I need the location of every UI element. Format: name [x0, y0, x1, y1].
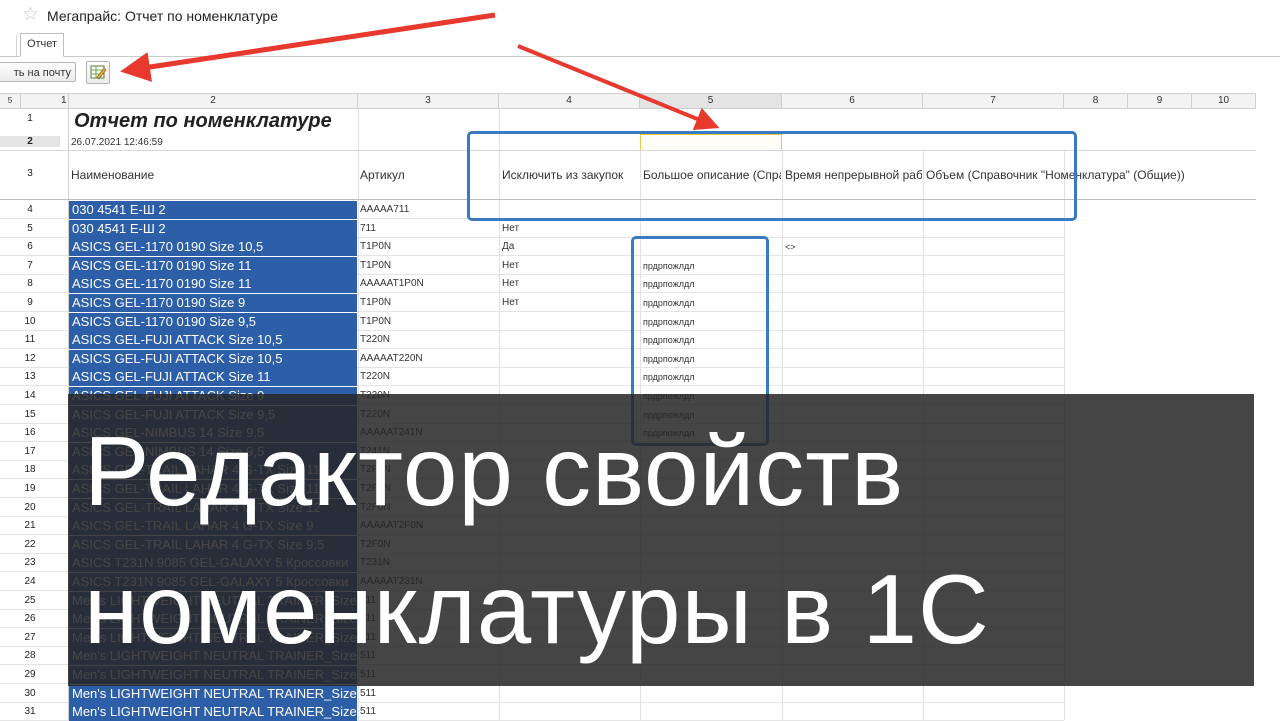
caption-line-2: номенклатуры в 1С: [84, 554, 990, 664]
vertical-scrollbar[interactable]: [1256, 93, 1280, 720]
arrow-to-property-column: [517, 44, 720, 131]
arrow-to-edit-button: [120, 12, 496, 82]
caption-line-1: Редактор свойств: [84, 416, 905, 526]
caption-overlay: Редактор свойств номенклатуры в 1С: [68, 394, 1254, 686]
